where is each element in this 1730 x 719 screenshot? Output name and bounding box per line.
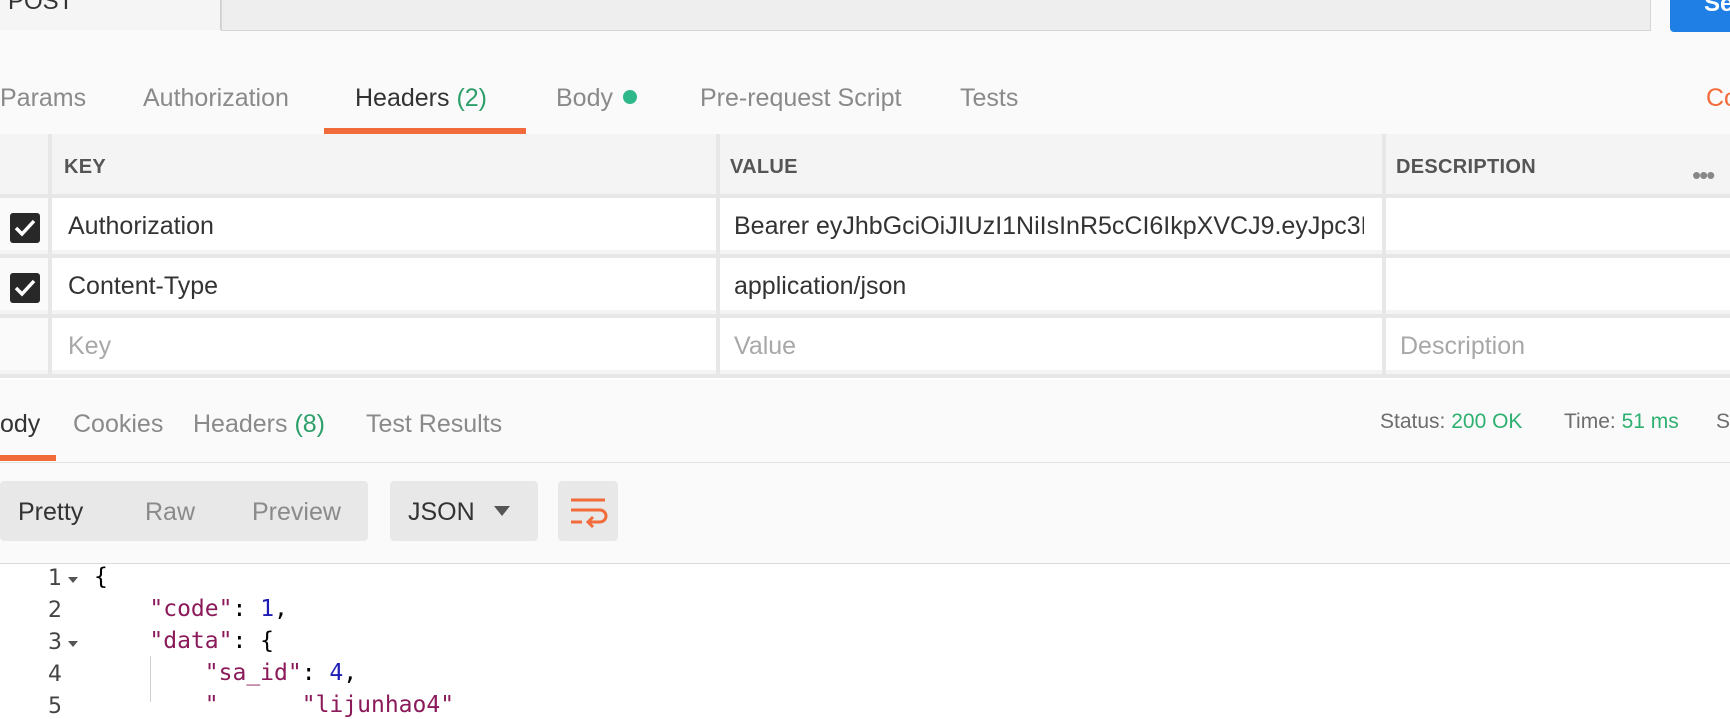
response-size-label: S <box>1716 410 1730 433</box>
line-number: 2 <box>48 598 62 623</box>
tab-response-headers-count: (8) <box>294 410 326 438</box>
method-selector[interactable]: POST <box>0 0 221 30</box>
json-key: "sa_id" <box>204 660 302 686</box>
status-value: 200 OK <box>1451 410 1523 433</box>
response-time: Time: 51 ms <box>1564 410 1679 434</box>
time-label: Time: <box>1564 410 1616 433</box>
tab-response-body[interactable]: ody <box>0 410 40 439</box>
new-key-input[interactable]: Key <box>68 332 111 361</box>
time-value: 51 ms <box>1621 410 1679 433</box>
tab-response-body-label: ody <box>0 410 41 438</box>
tab-tests-label: Tests <box>960 84 1019 112</box>
send-button[interactable]: Se <box>1670 0 1730 32</box>
send-button-label: Se <box>1704 0 1730 17</box>
format-label: JSON <box>408 498 475 526</box>
tab-params[interactable]: Params <box>0 84 86 113</box>
tab-tests[interactable]: Tests <box>960 84 1018 113</box>
method-label: POST <box>8 0 74 15</box>
fold-arrow-icon[interactable] <box>68 577 78 583</box>
tab-headers[interactable]: Headers (2) <box>355 84 487 113</box>
json-number: 4 <box>329 660 344 686</box>
code-line: "sa_id": 4, <box>204 660 358 686</box>
tab-response-headers[interactable]: Headers (8) <box>193 410 325 439</box>
row-checkbox-cell <box>0 318 48 370</box>
tab-params-label: Params <box>0 84 87 112</box>
code-token: { <box>94 564 108 590</box>
chevron-down-icon <box>494 506 510 516</box>
tab-response-cookies[interactable]: Cookies <box>73 410 163 439</box>
body-indicator-dot <box>622 90 637 104</box>
code-line: "code": 1, <box>149 596 288 622</box>
checkmark-icon <box>14 279 36 297</box>
line-number: 4 <box>48 662 62 687</box>
tab-headers-count: (2) <box>456 84 488 112</box>
tab-authorization[interactable]: Authorization <box>143 84 289 113</box>
header-key-cell[interactable]: Content-Type <box>68 272 708 301</box>
wrap-lines-icon <box>571 498 608 529</box>
row-divider <box>0 374 1730 378</box>
json-key: "data" <box>149 628 233 654</box>
code-line: { <box>94 564 108 590</box>
tab-response-headers-label: Headers <box>193 410 288 438</box>
header-enabled-checkbox[interactable] <box>10 273 40 303</box>
new-value-input[interactable]: Value <box>734 332 796 361</box>
request-tabs: Params Authorization Headers (2) Body Pr… <box>0 54 1730 135</box>
url-input[interactable] <box>221 0 1651 31</box>
json-key: "code" <box>149 596 233 622</box>
request-url-bar: POST Se <box>0 0 1730 55</box>
fold-arrow-icon[interactable] <box>68 641 78 647</box>
tab-prerequest-script[interactable]: Pre-request Script <box>700 84 901 113</box>
response-body-code[interactable]: 1 { 2 "code": 1, 3 "data": { 4 "sa_id": … <box>0 564 1730 719</box>
tab-test-results[interactable]: Test Results <box>366 410 502 439</box>
json-string: "lijunhao4" <box>301 692 455 718</box>
tab-headers-label: Headers <box>355 84 450 112</box>
tab-body[interactable]: Body <box>556 84 637 113</box>
view-mode-preview[interactable]: Preview <box>252 498 341 527</box>
view-mode-pretty[interactable]: Pretty <box>18 498 83 527</box>
tab-test-results-label: Test Results <box>366 410 503 438</box>
tab-prerequest-label: Pre-request Script <box>700 84 902 112</box>
wrap-lines-button[interactable] <box>558 481 618 541</box>
view-mode-selector: Pretty Raw Preview <box>0 481 368 541</box>
column-header-description: DESCRIPTION <box>1396 156 1536 178</box>
checkmark-icon <box>14 219 36 237</box>
cookies-link[interactable]: Co <box>1706 84 1730 113</box>
row-divider <box>0 314 1730 318</box>
code-line: "data": { <box>149 628 275 654</box>
json-number: 1 <box>260 596 275 622</box>
response-status: Status: 200 OK <box>1380 410 1522 434</box>
response-body-toolbar: Pretty Raw Preview JSON <box>0 463 1730 564</box>
row-divider <box>0 254 1730 258</box>
new-description-input[interactable]: Description <box>1400 332 1525 361</box>
row-divider <box>0 194 1730 198</box>
header-key-cell[interactable]: Authorization <box>68 212 708 241</box>
code-line: " "lijunhao4" <box>94 692 454 718</box>
column-header-key: KEY <box>64 156 107 178</box>
tab-body-label: Body <box>556 84 613 112</box>
view-mode-raw[interactable]: Raw <box>145 498 195 527</box>
line-number: 3 <box>48 630 62 655</box>
status-label: Status: <box>1380 410 1446 433</box>
format-dropdown[interactable]: JSON <box>390 481 538 541</box>
header-value-cell[interactable]: Bearer eyJhbGciOiJIUzI1NiIsInR5cCI6IkpXV… <box>734 212 1364 241</box>
active-response-tab-indicator <box>0 455 56 461</box>
tab-response-cookies-label: Cookies <box>73 410 164 438</box>
column-header-value: VALUE <box>730 156 798 178</box>
header-enabled-checkbox[interactable] <box>10 213 40 243</box>
more-options-icon[interactable]: ••• <box>1692 160 1715 191</box>
response-tabs: ody Cookies Headers (8) Test Results Sta… <box>0 380 1730 463</box>
header-value-cell[interactable]: application/json <box>734 272 1364 301</box>
headers-table: KEY VALUE DESCRIPTION ••• Authorization … <box>0 134 1730 378</box>
json-key: " <box>204 692 219 718</box>
line-number: 5 <box>48 694 62 719</box>
line-number: 1 <box>48 566 62 591</box>
tab-authorization-label: Authorization <box>143 84 289 112</box>
